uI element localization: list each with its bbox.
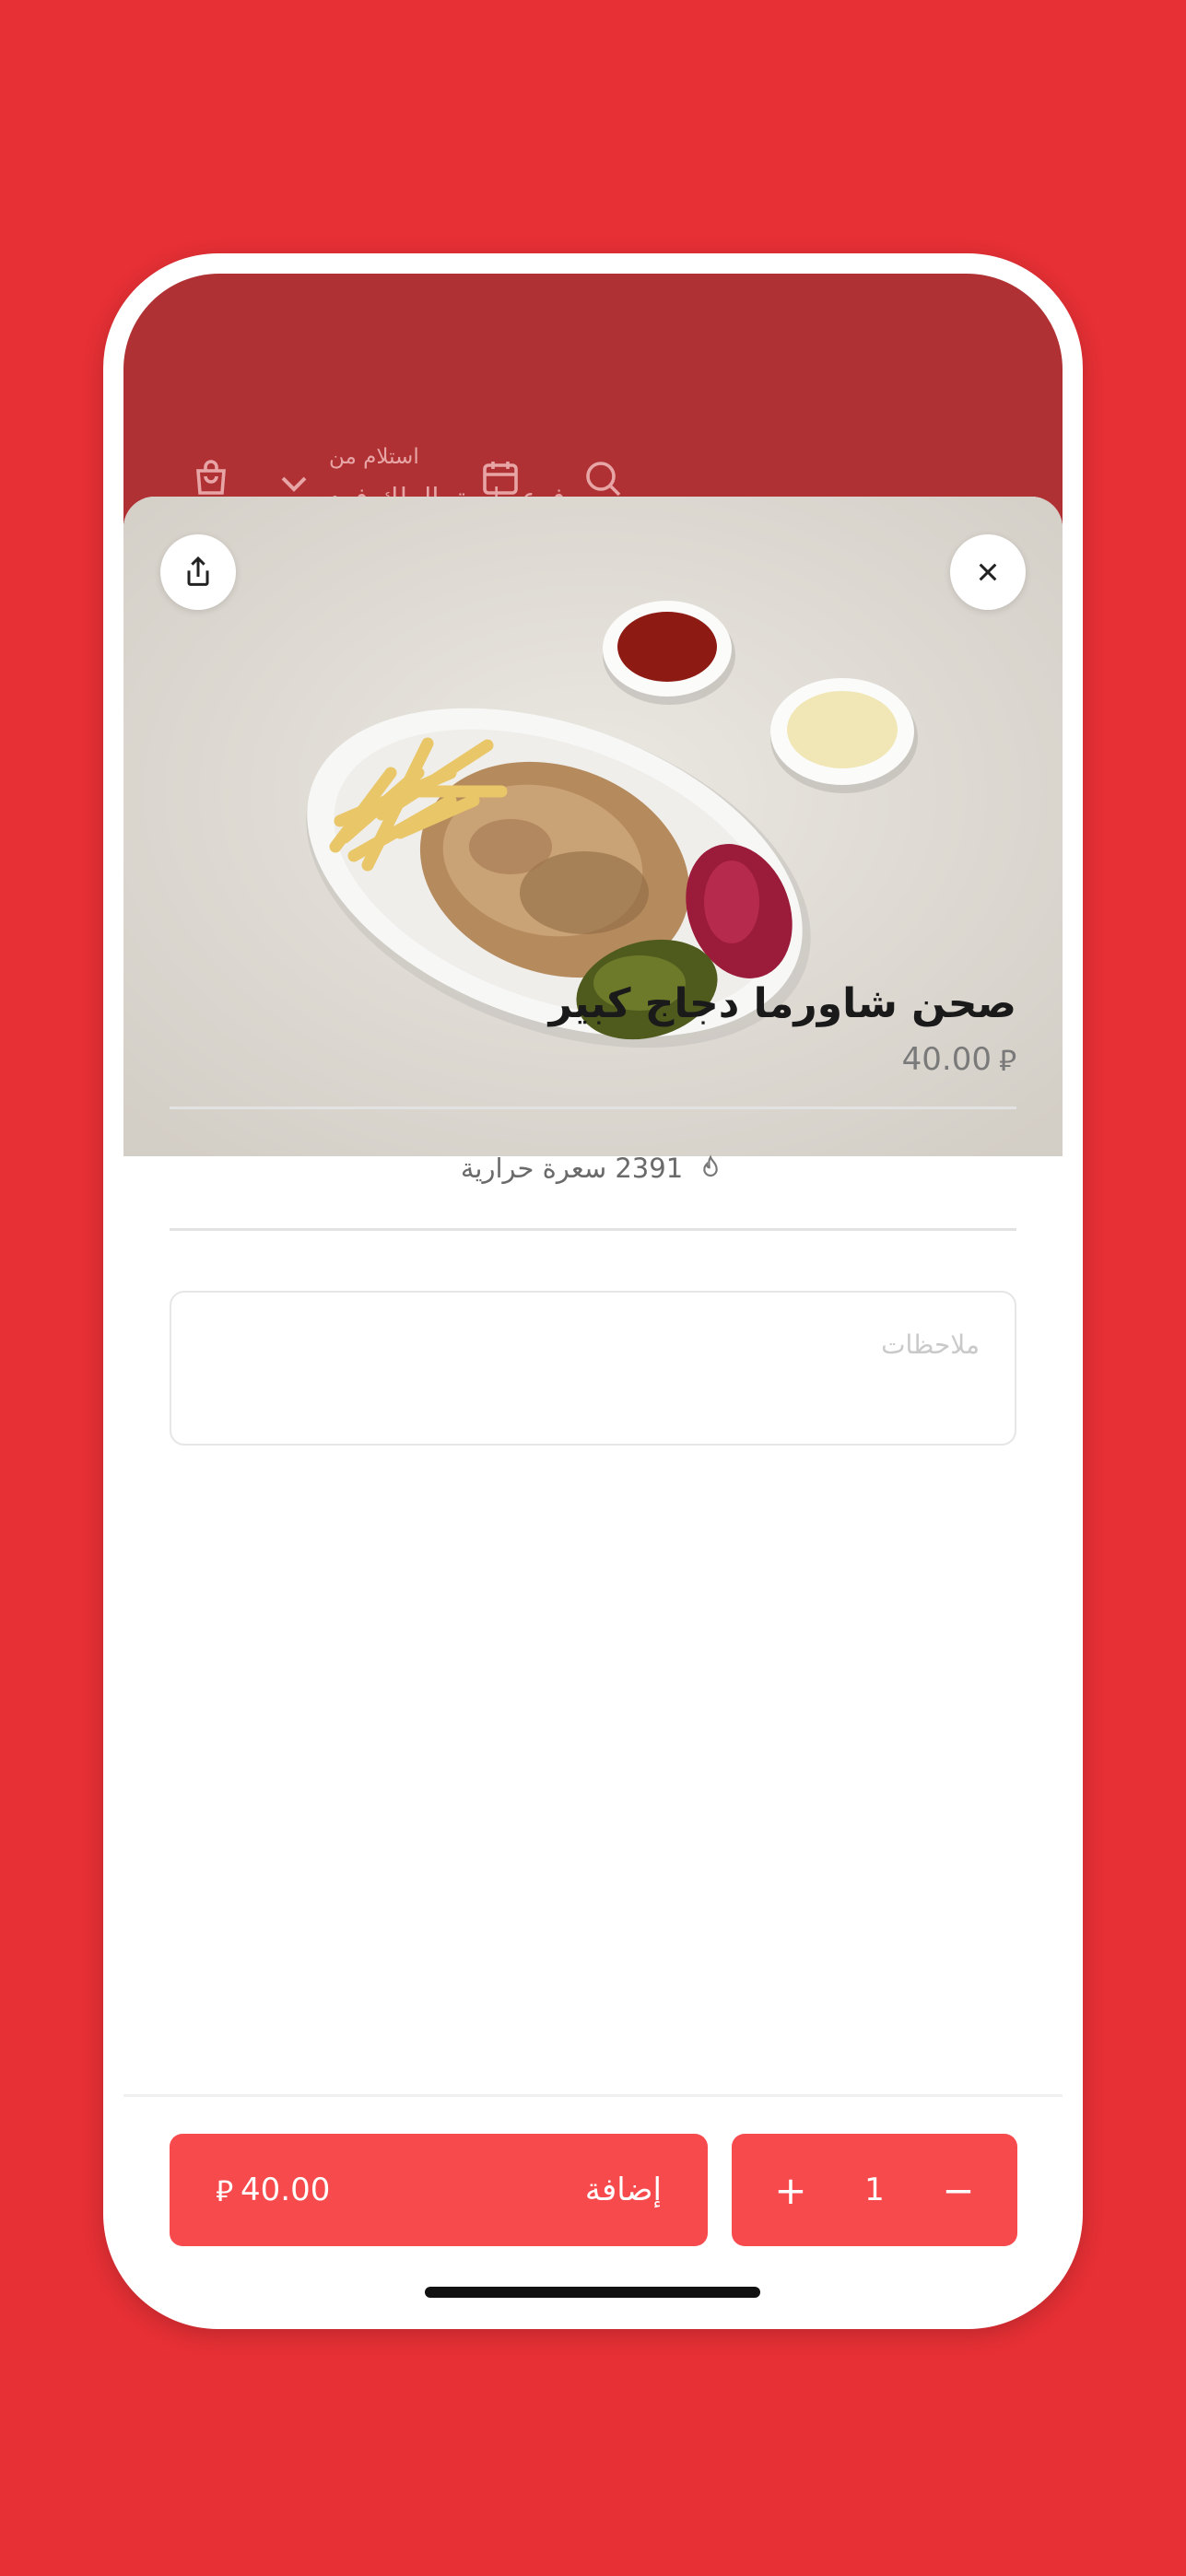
- decrement-button[interactable]: −: [931, 2162, 986, 2218]
- product-price: 40.00 ⃁: [902, 1040, 1016, 1079]
- quantity-value: 1: [864, 2172, 885, 2208]
- cart-bar: ⃁ 40.00 إضافة + 1 −: [123, 2094, 1063, 2309]
- calories-row: 2391 سعرة حرارية: [123, 1108, 1063, 1228]
- divider: [170, 1228, 1016, 1231]
- add-button-total: 40.00: [241, 2172, 331, 2208]
- notes-input[interactable]: [171, 1293, 1015, 1444]
- product-sheet: صحن شاورما دجاج كبير 40.00 ⃁ 2391 سعرة ح…: [123, 497, 1063, 2309]
- pickup-label: استلام من: [329, 445, 419, 469]
- product-title: صحن شاورما دجاج كبير: [548, 980, 1016, 1027]
- riyal-icon: ⃁: [998, 1043, 1016, 1078]
- home-indicator: [425, 2287, 760, 2298]
- add-to-cart-button[interactable]: ⃁ 40.00 إضافة: [170, 2134, 708, 2246]
- app-screen: استلام من فرع طريق الملك فهد: [123, 274, 1063, 2309]
- notes-field[interactable]: [170, 1291, 1016, 1446]
- flame-icon: [703, 1154, 718, 1177]
- calories-text: 2391 سعرة حرارية: [460, 1153, 684, 1184]
- add-button-price: ⃁ 40.00: [216, 2171, 330, 2209]
- phone-frame: استلام من فرع طريق الملك فهد: [103, 253, 1083, 2329]
- quantity-stepper: + 1 −: [732, 2134, 1017, 2246]
- price-value: 40.00: [901, 1041, 992, 1078]
- riyal-icon: ⃁: [216, 2173, 234, 2208]
- share-icon: [187, 556, 209, 586]
- add-button-label: إضافة: [584, 2172, 662, 2208]
- increment-button[interactable]: +: [763, 2162, 818, 2218]
- close-button[interactable]: [950, 534, 1026, 610]
- close-icon: [979, 563, 997, 581]
- share-button[interactable]: [160, 534, 236, 610]
